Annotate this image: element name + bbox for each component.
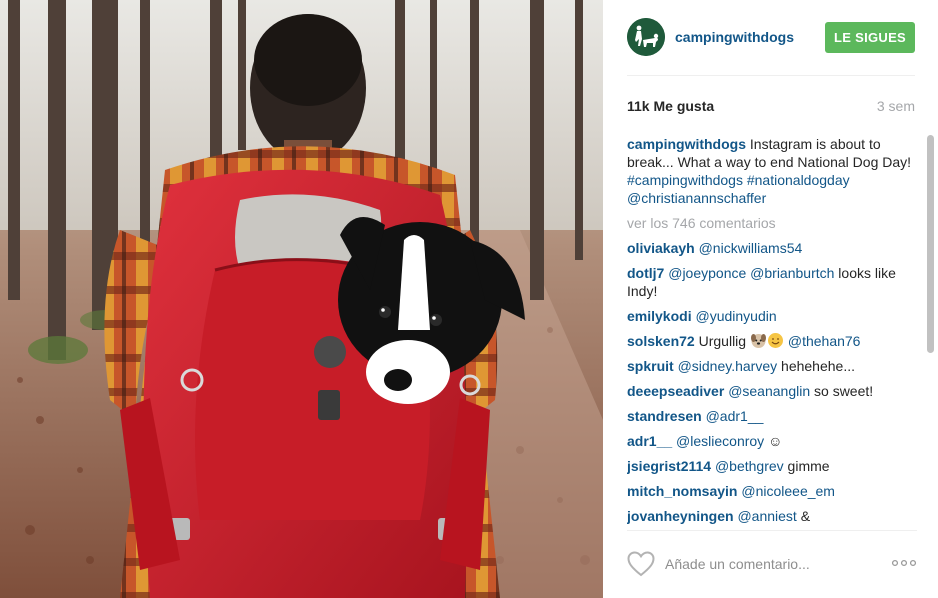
comment-username[interactable]: spkruit: [627, 358, 674, 374]
comment-text: Urgullig: [694, 333, 750, 349]
list-item: jovanheyningen @anniest &: [627, 507, 917, 525]
comment-mention[interactable]: @thehan76: [788, 333, 861, 349]
list-item: emilykodi @yudinyudin: [627, 307, 917, 325]
comment-text: ☺: [764, 433, 783, 449]
caption-username[interactable]: campingwithdogs: [627, 136, 746, 152]
comment-username[interactable]: jovanheyningen: [627, 508, 734, 524]
list-item: standresen @adr1__: [627, 407, 917, 425]
dog-face-emoji-icon: [750, 334, 766, 348]
list-item: mitch_nomsayin @nicoleee_em: [627, 482, 917, 500]
comment-mention[interactable]: @yudinyudin: [695, 308, 776, 324]
like-count[interactable]: 11k Me gusta: [627, 98, 714, 114]
post-header: campingwithdogs LE SIGUES: [627, 16, 915, 76]
list-item: dotlj7 @joeyponce @brianburtch looks lik…: [627, 264, 917, 300]
comment-composer: [627, 530, 917, 598]
list-item: solsken72 Urgullig @thehan76: [627, 332, 917, 350]
list-item: spkruit @sidney.harvey hehehehe...: [627, 357, 917, 375]
list-item: deeepseadiver @seananglin so sweet!: [627, 382, 917, 400]
comment-mention[interactable]: @nicoleee_em: [741, 483, 835, 499]
post-details-panel: campingwithdogs LE SIGUES 11k Me gusta 3…: [603, 0, 938, 598]
smiling-face-emoji-icon: [767, 333, 783, 348]
post-stats: 11k Me gusta 3 sem: [627, 98, 915, 118]
post-caption: campingwithdogs Instagram is about to br…: [627, 135, 917, 207]
comment-input[interactable]: [665, 553, 875, 575]
comment-mention[interactable]: @bethgrev: [715, 458, 784, 474]
comment-text: &: [796, 508, 811, 524]
comment-username[interactable]: dotlj7: [627, 265, 664, 281]
comments-list[interactable]: campingwithdogs Instagram is about to br…: [627, 135, 917, 530]
comment-mention[interactable]: @joeyponce @brianburtch: [668, 265, 834, 281]
heart-outline-icon[interactable]: [627, 551, 655, 577]
comment-username[interactable]: deeepseadiver: [627, 383, 724, 399]
comment-username[interactable]: standresen: [627, 408, 702, 424]
post-author-username[interactable]: campingwithdogs: [675, 29, 794, 45]
comments-scrollbar[interactable]: [927, 135, 935, 535]
post-photo[interactable]: [0, 0, 603, 598]
comment-mention[interactable]: @anniest: [737, 508, 796, 524]
comment-username[interactable]: solsken72: [627, 333, 695, 349]
follow-button[interactable]: LE SIGUES: [825, 22, 915, 53]
caption-tags[interactable]: #campingwithdogs #nationaldogday @christ…: [627, 172, 850, 206]
comment-mention[interactable]: @seananglin: [728, 383, 810, 399]
list-item: adr1__ @leslieconroy ☺: [627, 432, 917, 450]
comment-username[interactable]: jsiegrist2114: [627, 458, 711, 474]
scrollbar-thumb[interactable]: [927, 135, 934, 353]
hiker-with-puppy-backpack-photo: [0, 0, 603, 598]
camping-dogs-logo-icon: [627, 18, 665, 56]
list-item: oliviakayh @nickwilliams54: [627, 239, 917, 257]
comment-username[interactable]: oliviakayh: [627, 240, 695, 256]
view-all-comments-link[interactable]: ver los 746 comentarios: [627, 214, 917, 232]
comment-mention[interactable]: @sidney.harvey: [678, 358, 778, 374]
comment-username[interactable]: adr1__: [627, 433, 672, 449]
comment-username[interactable]: emilykodi: [627, 308, 692, 324]
comment-username[interactable]: mitch_nomsayin: [627, 483, 737, 499]
comment-mention[interactable]: @leslieconroy: [676, 433, 764, 449]
comment-text: hehehehe...: [777, 358, 855, 374]
more-options-icon[interactable]: [891, 558, 917, 568]
comment-mention[interactable]: @nickwilliams54: [699, 240, 803, 256]
post-timestamp[interactable]: 3 sem: [877, 98, 915, 114]
comment-text: gimme: [783, 458, 830, 474]
list-item: jsiegrist2114 @bethgrev gimme: [627, 457, 917, 475]
avatar[interactable]: [627, 18, 665, 56]
comment-text: so sweet!: [810, 383, 874, 399]
comment-mention[interactable]: @adr1__: [706, 408, 764, 424]
